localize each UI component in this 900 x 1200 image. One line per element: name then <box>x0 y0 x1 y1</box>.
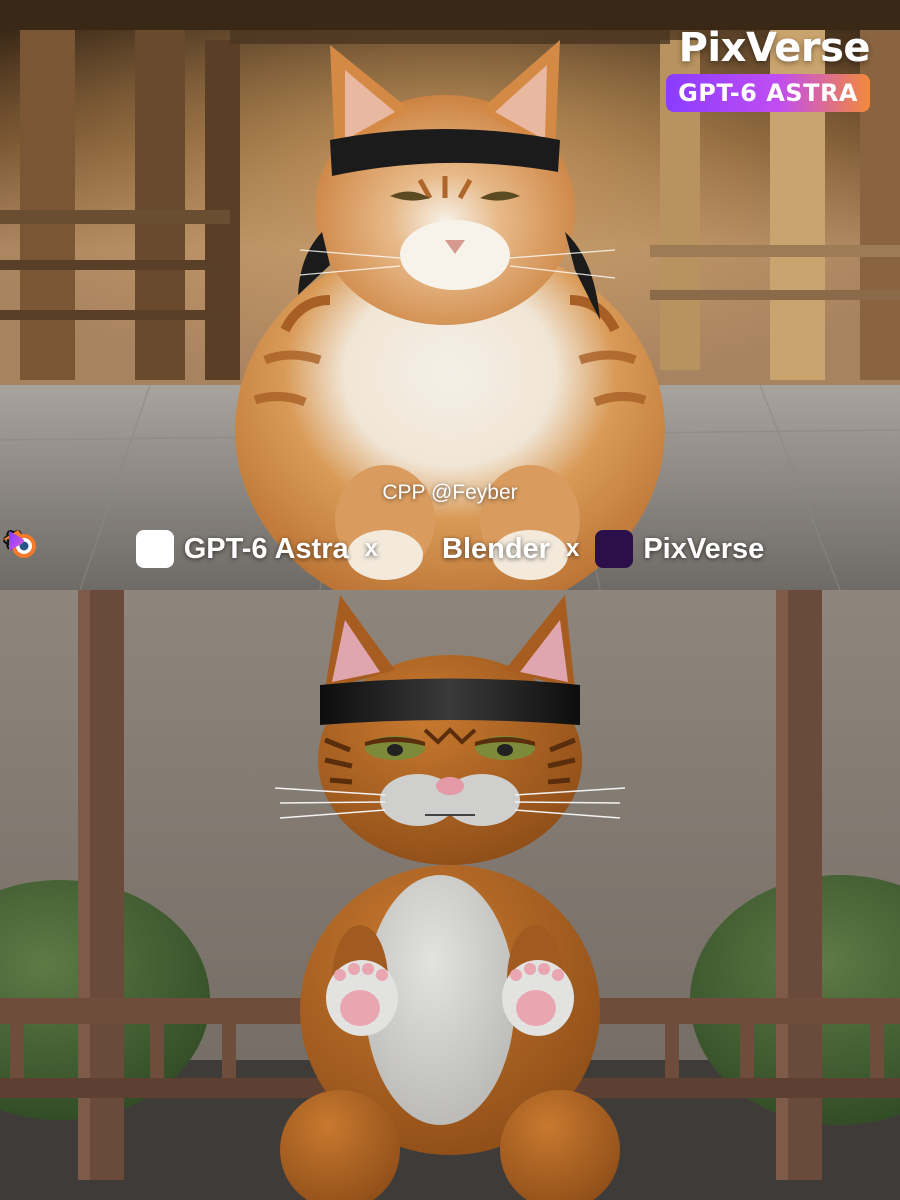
render-scene <box>0 590 900 1200</box>
blender-icon <box>2 530 432 568</box>
comparison-image: PixVerse GPT-6 ASTRA CPP @Feyber GPT-6 A… <box>0 0 900 1200</box>
collab-item-blender: Blender <box>442 532 550 565</box>
brand-name: PixVerse <box>678 25 871 71</box>
collab-item-gpt: GPT-6 Astra <box>183 532 349 565</box>
credit-text: CPP @Feyber <box>382 481 518 504</box>
pixverse-icon <box>9 530 634 568</box>
collab-separator: x <box>565 535 580 562</box>
photo-panel: PixVerse GPT-6 ASTRA CPP @Feyber GPT-6 A… <box>0 0 900 590</box>
collaboration-row: GPT-6 Astra x Blender x PixVerse <box>0 526 900 572</box>
model-badge: GPT-6 ASTRA <box>666 74 870 112</box>
openai-icon <box>3 529 174 568</box>
collab-separator: x <box>364 535 378 562</box>
render-panel <box>0 590 900 1200</box>
pixverse-logo: PixVerse GPT-6 ASTRA <box>666 26 870 112</box>
collab-item-pixverse: PixVerse <box>643 532 765 565</box>
